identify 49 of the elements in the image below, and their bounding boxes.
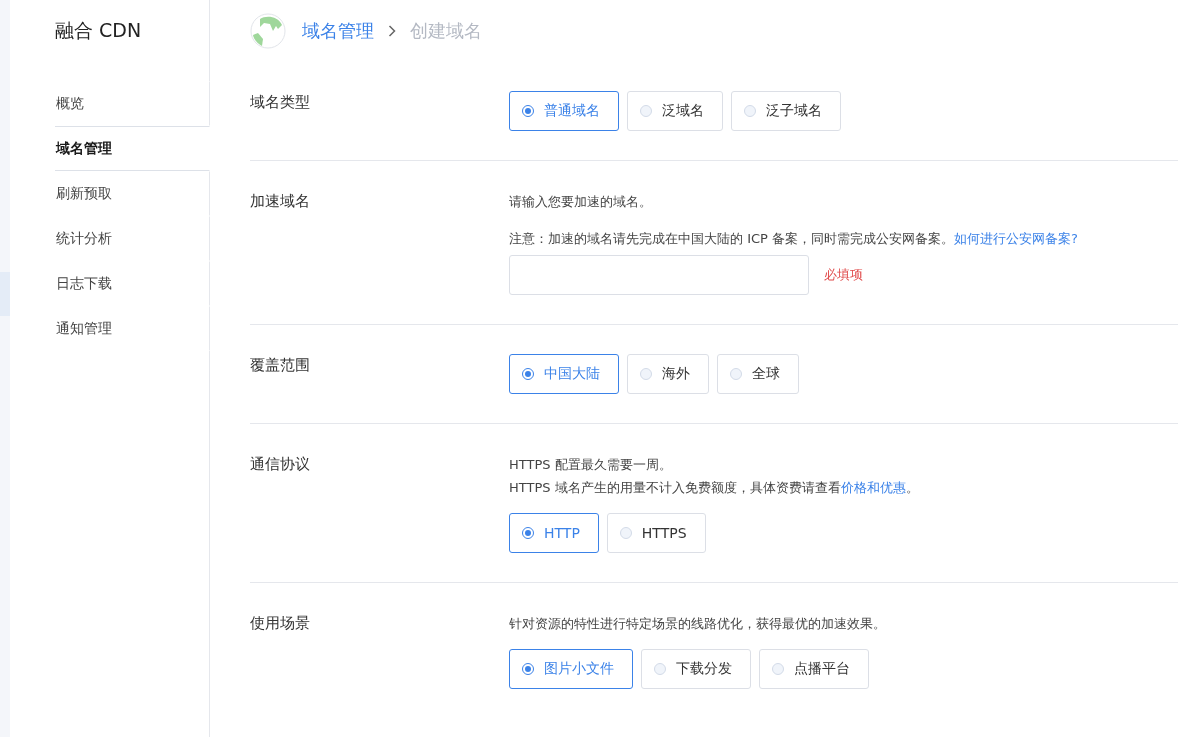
radio-icon [522,105,534,117]
radio-option[interactable]: 泛子域名 [731,91,841,131]
field-label: 覆盖范围 [250,355,311,376]
radio-icon [522,527,534,539]
hint-text: 请输入您要加速的域名。 [509,193,653,211]
radio-icon [744,105,756,117]
radio-option[interactable]: 点播平台 [759,649,869,689]
radio-icon [522,368,534,380]
nav-item[interactable]: 概览 [55,81,210,126]
strip-highlight [0,272,10,316]
nav-item[interactable]: 通知管理 [55,306,210,351]
breadcrumb-current: 创建域名 [410,19,482,43]
radio-option[interactable]: 普通域名 [509,91,619,131]
radio-icon [640,368,652,380]
radio-icon [772,663,784,675]
nav-item[interactable]: 日志下载 [55,261,210,306]
domain-input[interactable] [509,255,809,295]
breadcrumb-link[interactable]: 域名管理 [302,19,374,43]
radio-option[interactable]: 下载分发 [641,649,751,689]
radio-option[interactable]: 中国大陆 [509,354,619,394]
hint-text: 针对资源的特性进行特定场景的线路优化，获得最优的加速效果。 [509,615,886,633]
hint-text: 注意：加速的域名请先完成在中国大陆的 ICP 备案，同时需完成公安网备案。如何进行公安网备案? [509,230,1078,248]
globe-icon [250,13,286,49]
field-label: 使用场景 [250,613,311,634]
hint-text: HTTPS 配置最久需要一周。 [509,456,673,474]
nav-item[interactable]: 刷新预取 [55,171,210,216]
nav-item[interactable]: 统计分析 [55,216,210,261]
radio-option[interactable]: 全球 [717,354,799,394]
radio-option[interactable]: 泛域名 [627,91,723,131]
required-hint: 必填项 [824,266,863,284]
radio-option[interactable]: 海外 [627,354,709,394]
field-label: 域名类型 [250,92,311,113]
help-link[interactable]: 如何进行公安网备案? [954,231,1078,246]
hint-text: 。 [905,480,919,495]
nav-item[interactable]: 域名管理 [55,126,210,171]
field-label: 加速域名 [250,191,311,212]
radio-option[interactable]: 图片小文件 [509,649,633,689]
brand-title: 融合 CDN [55,18,143,43]
radio-option[interactable]: HTTPS [606,513,706,553]
radio-option[interactable]: HTTP [509,513,599,553]
radio-icon [654,663,666,675]
radio-icon [640,105,652,117]
help-link[interactable]: 价格和优惠 [840,480,906,495]
hint-text: HTTPS 域名产生的用量不计入免费额度，具体资费请查看价格和优惠。 [509,479,919,497]
radio-icon [619,527,632,539]
chevron-right-icon [388,25,396,37]
field-label: 通信协议 [250,454,311,475]
radio-icon [522,663,534,675]
radio-icon [730,368,742,380]
